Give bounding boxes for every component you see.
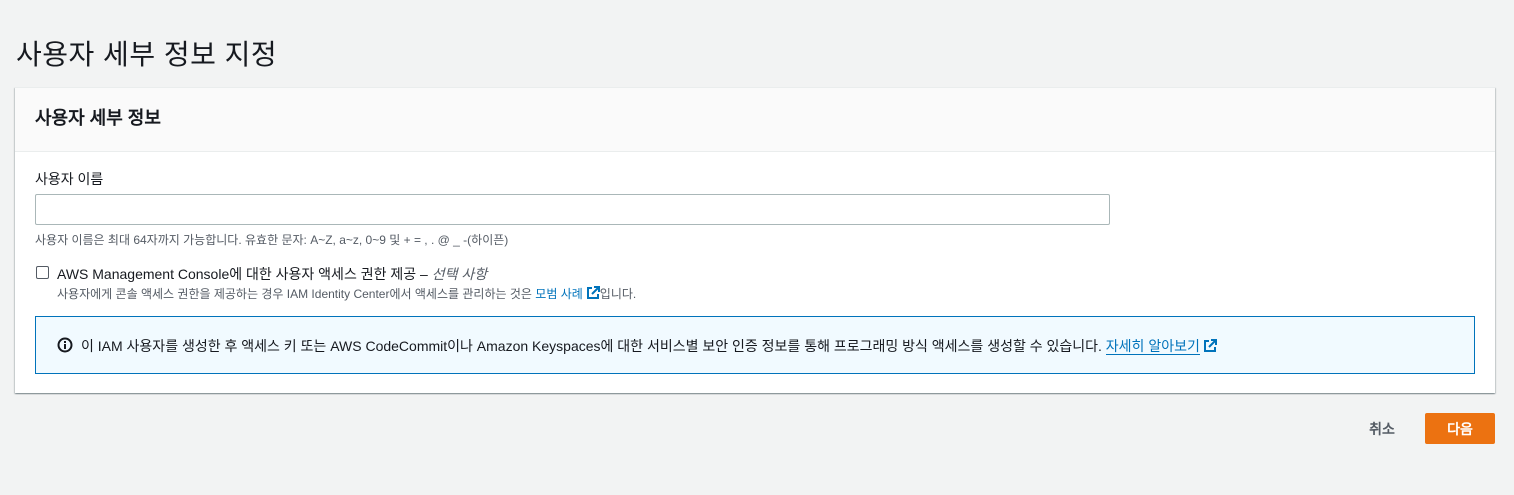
console-access-label[interactable]: AWS Management Console에 대한 사용자 액세스 권한 제공… xyxy=(57,264,487,284)
next-button[interactable]: 다음 xyxy=(1425,413,1495,444)
cancel-button[interactable]: 취소 xyxy=(1352,413,1412,444)
console-access-checkbox[interactable] xyxy=(36,266,49,279)
console-access-label-text: AWS Management Console에 대한 사용자 액세스 권한 제공… xyxy=(57,266,428,282)
info-alert-body: 이 IAM 사용자를 생성한 후 액세스 키 또는 AWS CodeCommit… xyxy=(81,338,1106,354)
info-icon xyxy=(57,337,73,358)
page-title: 사용자 세부 정보 지정 xyxy=(16,38,278,70)
best-practice-link-text: 모범 사례 xyxy=(535,287,583,301)
username-label: 사용자 이름 xyxy=(35,171,104,187)
external-link-icon xyxy=(1203,339,1217,356)
user-details-card: 사용자 세부 정보 사용자 이름 사용자 이름은 최대 64자까지 가능합니다.… xyxy=(15,87,1495,393)
external-link-icon xyxy=(586,286,600,303)
username-input[interactable] xyxy=(35,194,1110,225)
info-alert-text: 이 IAM 사용자를 생성한 후 액세스 키 또는 AWS CodeCommit… xyxy=(81,336,1217,356)
info-alert: 이 IAM 사용자를 생성한 후 액세스 키 또는 AWS CodeCommit… xyxy=(35,316,1475,374)
console-access-desc-suffix: 입니다. xyxy=(599,287,637,301)
card-title: 사용자 세부 정보 xyxy=(35,108,161,128)
username-constraint-text: 사용자 이름은 최대 64자까지 가능합니다. 유효한 문자: A~Z, a~z… xyxy=(35,233,509,247)
card-header: 사용자 세부 정보 xyxy=(15,88,1495,152)
best-practice-link[interactable]: 모범 사례 xyxy=(535,286,600,303)
console-access-desc-prefix: 사용자에게 콘솔 액세스 권한을 제공하는 경우 IAM Identity Ce… xyxy=(57,287,536,301)
optional-text: 선택 사항 xyxy=(431,266,488,282)
console-access-description: 사용자에게 콘솔 액세스 권한을 제공하는 경우 IAM Identity Ce… xyxy=(57,285,636,303)
learn-more-link[interactable]: 자세히 알아보기 xyxy=(1105,338,1200,355)
